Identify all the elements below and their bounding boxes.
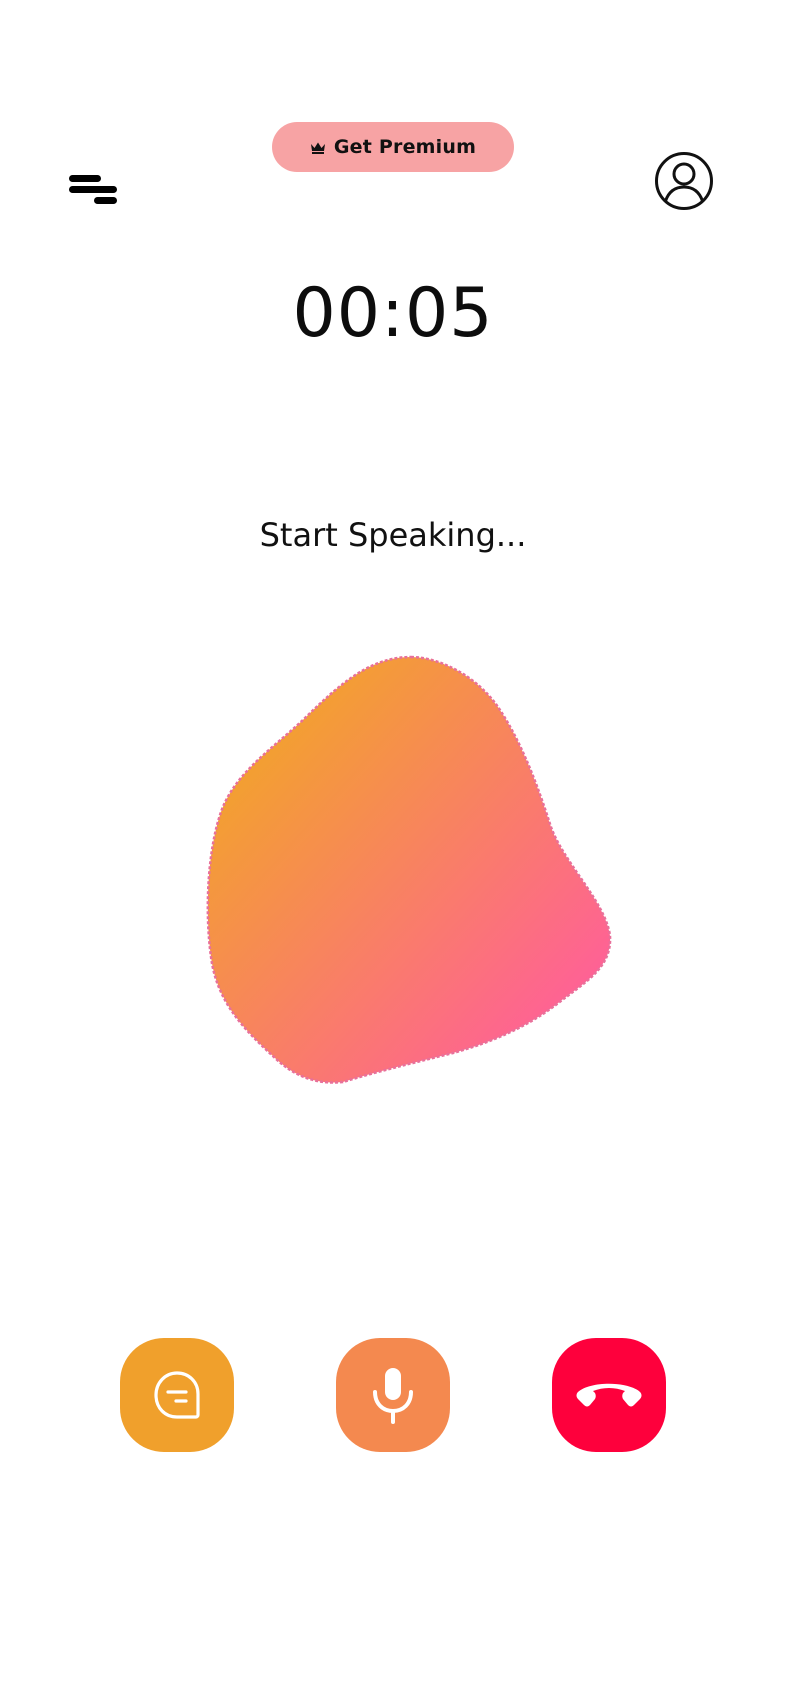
voice-blob-visualizer bbox=[206, 655, 612, 1084]
menu-bar-top bbox=[69, 175, 101, 182]
call-timer: 00:05 bbox=[292, 274, 494, 353]
get-premium-button[interactable]: Get Premium bbox=[272, 122, 514, 172]
chat-bubble-icon bbox=[154, 1371, 200, 1419]
profile-button[interactable] bbox=[654, 151, 714, 211]
status-text: Start Speaking... bbox=[259, 516, 527, 554]
phone-hangup-icon bbox=[576, 1383, 642, 1407]
menu-bar-middle bbox=[69, 186, 117, 193]
user-profile-icon bbox=[655, 152, 713, 210]
menu-button[interactable] bbox=[66, 172, 120, 212]
chat-button[interactable] bbox=[120, 1338, 234, 1452]
crown-icon bbox=[310, 142, 325, 154]
end-call-button[interactable] bbox=[552, 1338, 666, 1452]
menu-bar-bottom bbox=[94, 197, 117, 204]
get-premium-label: Get Premium bbox=[333, 136, 477, 158]
microphone-icon bbox=[373, 1368, 413, 1424]
microphone-button[interactable] bbox=[336, 1338, 450, 1452]
